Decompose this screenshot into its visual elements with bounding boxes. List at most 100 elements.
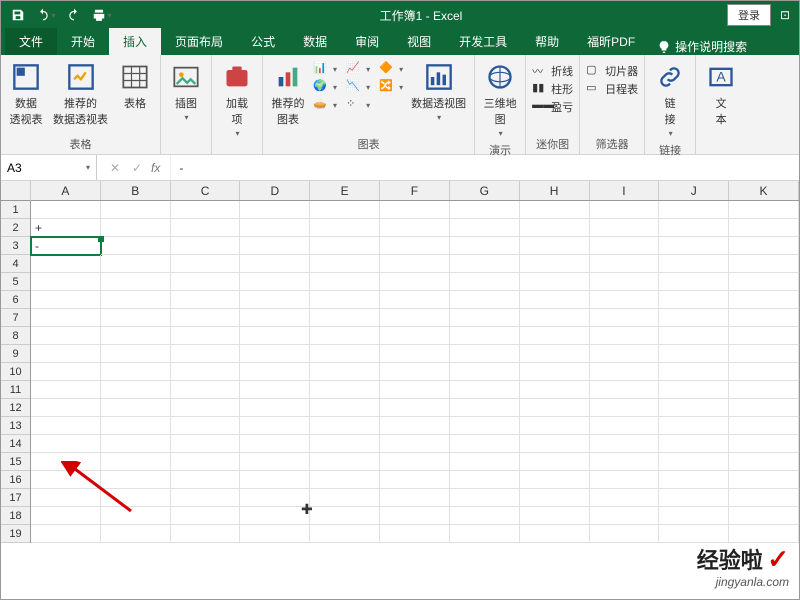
row-header[interactable]: 15 (1, 453, 30, 471)
row-header[interactable]: 8 (1, 327, 30, 345)
cell[interactable] (101, 309, 171, 327)
row-header[interactable]: 1 (1, 201, 30, 219)
row-header[interactable]: 13 (1, 417, 30, 435)
column-header[interactable]: K (729, 181, 799, 200)
cell[interactable] (171, 417, 241, 435)
cell[interactable] (590, 453, 660, 471)
cell[interactable] (310, 489, 380, 507)
cell[interactable] (240, 471, 310, 489)
cell[interactable] (520, 525, 590, 543)
cell[interactable] (659, 363, 729, 381)
tab-view[interactable]: 视图 (393, 28, 445, 55)
cell[interactable] (659, 237, 729, 255)
slicer-button[interactable]: ▢切片器 (586, 63, 638, 79)
cell[interactable] (240, 399, 310, 417)
row-header[interactable]: 9 (1, 345, 30, 363)
cell[interactable] (659, 291, 729, 309)
cell[interactable] (171, 327, 241, 345)
cell[interactable] (101, 291, 171, 309)
cell[interactable] (590, 219, 660, 237)
cell[interactable] (310, 381, 380, 399)
cell[interactable] (171, 489, 241, 507)
cell[interactable] (380, 273, 450, 291)
cell[interactable] (659, 507, 729, 525)
cell[interactable] (101, 201, 171, 219)
cell[interactable] (240, 507, 310, 525)
tell-me-search[interactable]: 操作说明搜索 (649, 38, 755, 55)
cell[interactable]: + (31, 219, 101, 237)
row-header[interactable]: 18 (1, 507, 30, 525)
column-header[interactable]: G (450, 181, 520, 200)
cell[interactable] (729, 417, 799, 435)
cell[interactable] (729, 345, 799, 363)
cell[interactable] (450, 453, 520, 471)
cell[interactable] (520, 309, 590, 327)
cell[interactable] (171, 453, 241, 471)
cell[interactable] (171, 201, 241, 219)
cell[interactable] (171, 363, 241, 381)
cell[interactable] (590, 327, 660, 345)
cell[interactable] (590, 255, 660, 273)
cell[interactable] (310, 273, 380, 291)
cell[interactable] (101, 219, 171, 237)
cell[interactable] (380, 309, 450, 327)
recommended-pivot-button[interactable]: 推荐的 数据透视表 (51, 59, 110, 129)
cell[interactable] (101, 399, 171, 417)
cell[interactable] (240, 237, 310, 255)
cell[interactable] (450, 399, 520, 417)
chart-map-button[interactable]: 🌍▾ 📉▾ 🔀▾ (313, 79, 403, 95)
cell[interactable] (380, 381, 450, 399)
cell[interactable] (520, 255, 590, 273)
save-icon[interactable] (5, 3, 31, 27)
cell[interactable] (659, 345, 729, 363)
cell[interactable] (310, 453, 380, 471)
cell[interactable] (590, 273, 660, 291)
enter-formula-icon[interactable]: ✓ (129, 161, 145, 175)
cell[interactable] (380, 435, 450, 453)
recommended-charts-button[interactable]: 推荐的 图表 (269, 59, 307, 129)
cell[interactable] (659, 309, 729, 327)
cell[interactable] (450, 237, 520, 255)
cell[interactable] (310, 417, 380, 435)
tab-pagelayout[interactable]: 页面布局 (161, 28, 237, 55)
spreadsheet-grid[interactable]: ABCDEFGHIJK 1234567891011121314151617181… (1, 181, 799, 597)
cell[interactable] (380, 237, 450, 255)
cell[interactable] (659, 471, 729, 489)
row-header[interactable]: 11 (1, 381, 30, 399)
tab-help[interactable]: 帮助 (521, 28, 573, 55)
cell[interactable] (729, 291, 799, 309)
cell[interactable] (240, 435, 310, 453)
cell[interactable] (450, 507, 520, 525)
sparkline-line-button[interactable]: 〰折线 (532, 63, 573, 79)
timeline-button[interactable]: ▭日程表 (586, 81, 638, 97)
cell[interactable] (729, 363, 799, 381)
cell[interactable] (171, 309, 241, 327)
cell[interactable] (520, 363, 590, 381)
row-header[interactable]: 19 (1, 525, 30, 543)
pivot-table-button[interactable]: 数据 透视表 (7, 59, 45, 129)
cell[interactable] (659, 525, 729, 543)
cell[interactable] (31, 255, 101, 273)
cell[interactable] (171, 525, 241, 543)
row-header[interactable]: 14 (1, 435, 30, 453)
cell[interactable] (450, 435, 520, 453)
cell[interactable] (310, 435, 380, 453)
cell[interactable] (729, 525, 799, 543)
cell[interactable] (240, 255, 310, 273)
cell[interactable] (171, 507, 241, 525)
row-header[interactable]: 2 (1, 219, 30, 237)
cell[interactable] (450, 219, 520, 237)
quickprint-icon[interactable]: ▾ (89, 3, 115, 27)
chart-pie-button[interactable]: 🥧▾ ⁘▾ (313, 97, 403, 113)
cell[interactable] (310, 201, 380, 219)
cell[interactable] (450, 327, 520, 345)
cell[interactable] (310, 363, 380, 381)
pivot-chart-button[interactable]: 数据透视图▾ (409, 59, 468, 124)
cell[interactable] (380, 507, 450, 525)
cell[interactable] (729, 489, 799, 507)
row-header[interactable]: 5 (1, 273, 30, 291)
table-button[interactable]: 表格 (116, 59, 154, 113)
cell[interactable] (520, 345, 590, 363)
cell[interactable] (31, 345, 101, 363)
cell[interactable] (240, 525, 310, 543)
